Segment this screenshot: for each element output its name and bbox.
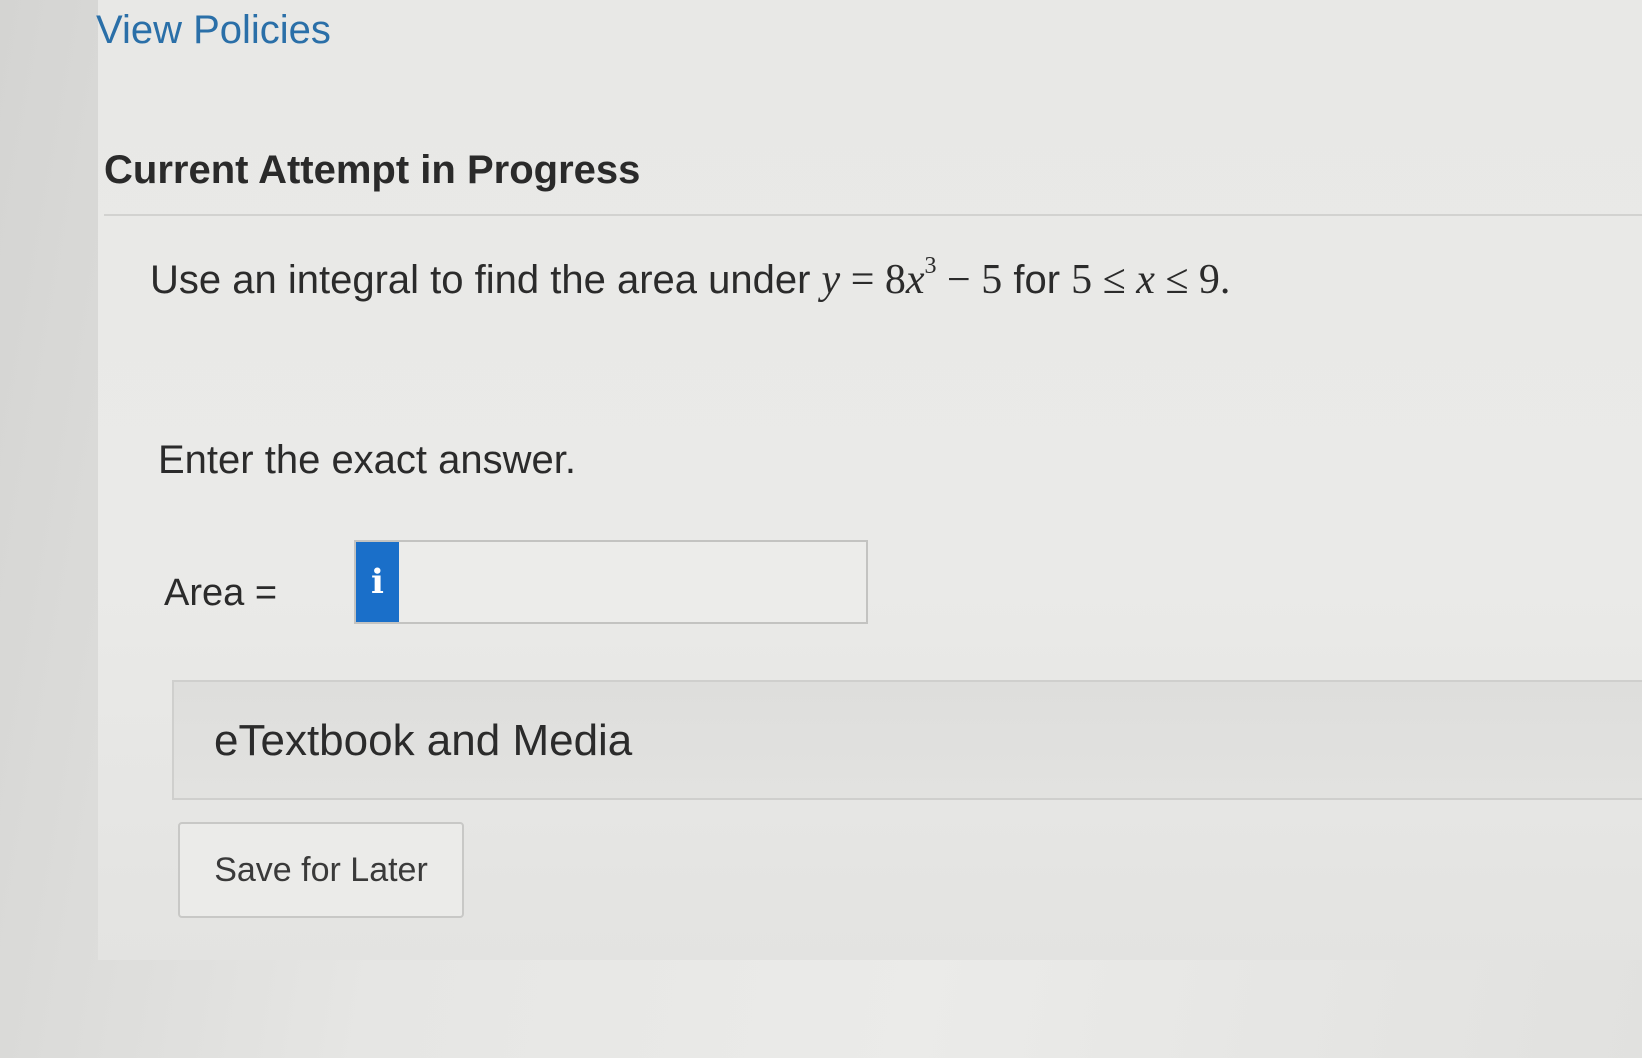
question-for: for: [1002, 258, 1072, 302]
equation-exponent: 3: [924, 253, 937, 279]
area-answer-input[interactable]: [399, 542, 866, 622]
equation-minus: − 5: [936, 257, 1003, 303]
interval: 5 ≤ x ≤ 9.: [1071, 257, 1230, 303]
interval-lower: 5 ≤: [1071, 257, 1137, 303]
view-policies-link[interactable]: View Policies: [96, 8, 331, 53]
answer-field-group: i: [354, 540, 868, 624]
save-for-later-button[interactable]: Save for Later: [178, 822, 464, 918]
question-prompt: Use an integral to find the area under: [150, 258, 822, 302]
equation-eq: = 8: [840, 257, 906, 303]
attempt-title: Current Attempt in Progress: [104, 148, 641, 192]
interval-var-x: x: [1136, 257, 1155, 303]
etextbook-media-section[interactable]: eTextbook and Media: [172, 680, 1642, 800]
instruction-text: Enter the exact answer.: [158, 438, 577, 482]
section-divider: [104, 214, 1642, 216]
info-icon[interactable]: i: [356, 542, 399, 622]
etextbook-media-label: eTextbook and Media: [214, 716, 633, 765]
equation: y = 8x3 − 5: [821, 254, 1003, 303]
equation-var-x: x: [905, 257, 925, 303]
question-text: Use an integral to find the area under y…: [150, 254, 1230, 304]
equation-var-y: y: [821, 257, 841, 303]
interval-upper: ≤ 9.: [1154, 257, 1231, 303]
area-label: Area =: [164, 572, 278, 614]
